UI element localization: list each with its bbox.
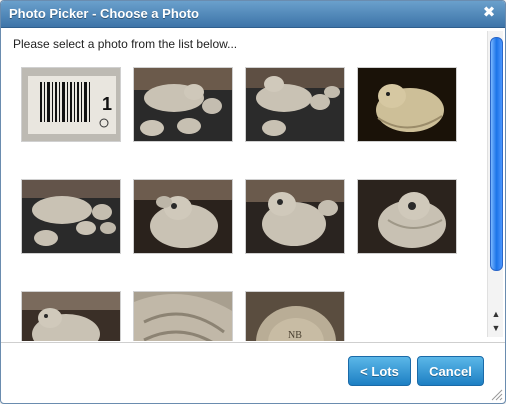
photo-thumbnail-birds-2[interactable]	[245, 179, 345, 254]
footer-divider	[1, 342, 505, 343]
arrow-down-icon[interactable]: ▼	[488, 321, 503, 335]
vertical-scrollbar[interactable]: ▲ ▼	[487, 31, 503, 337]
photo-thumbnail-bird-3[interactable]	[357, 179, 457, 254]
photo-picker-dialog: Photo Picker - Choose a Photo ✖ Please s…	[0, 0, 506, 404]
photo-grid: 1 NB	[21, 67, 483, 341]
dialog-titlebar[interactable]: Photo Picker - Choose a Photo ✖	[1, 1, 505, 28]
thumbnail-label-digit: 1	[102, 94, 112, 114]
photo-list-panel: Please select a photo from the list belo…	[3, 29, 503, 341]
cancel-button[interactable]: Cancel	[417, 356, 484, 386]
close-icon[interactable]: ✖	[481, 5, 497, 21]
resize-grip-icon[interactable]	[489, 387, 503, 401]
photo-thumbnail-ducks-1[interactable]	[133, 67, 233, 142]
photo-thumbnail-ducks-3[interactable]	[21, 179, 121, 254]
instruction-text: Please select a photo from the list belo…	[13, 37, 238, 51]
arrow-up-icon[interactable]: ▲	[488, 307, 503, 321]
photo-thumbnail-bird-1[interactable]	[133, 179, 233, 254]
back-to-lots-button[interactable]: < Lots	[348, 356, 411, 386]
photo-thumbnail-duck-closeup[interactable]	[357, 67, 457, 142]
photo-thumbnail-ducks-2[interactable]	[245, 67, 345, 142]
photo-thumbnail-duck-4[interactable]	[21, 291, 121, 341]
photo-thumbnail-base-marking[interactable]: NB	[245, 291, 345, 341]
photo-thumbnail-bird-closeup[interactable]	[133, 291, 233, 341]
thumbnail-marking-text: NB	[288, 330, 302, 341]
photo-thumbnail-barcode[interactable]: 1	[21, 67, 121, 142]
scrollbar-thumb[interactable]	[490, 37, 503, 271]
dialog-title: Photo Picker - Choose a Photo	[9, 6, 199, 21]
